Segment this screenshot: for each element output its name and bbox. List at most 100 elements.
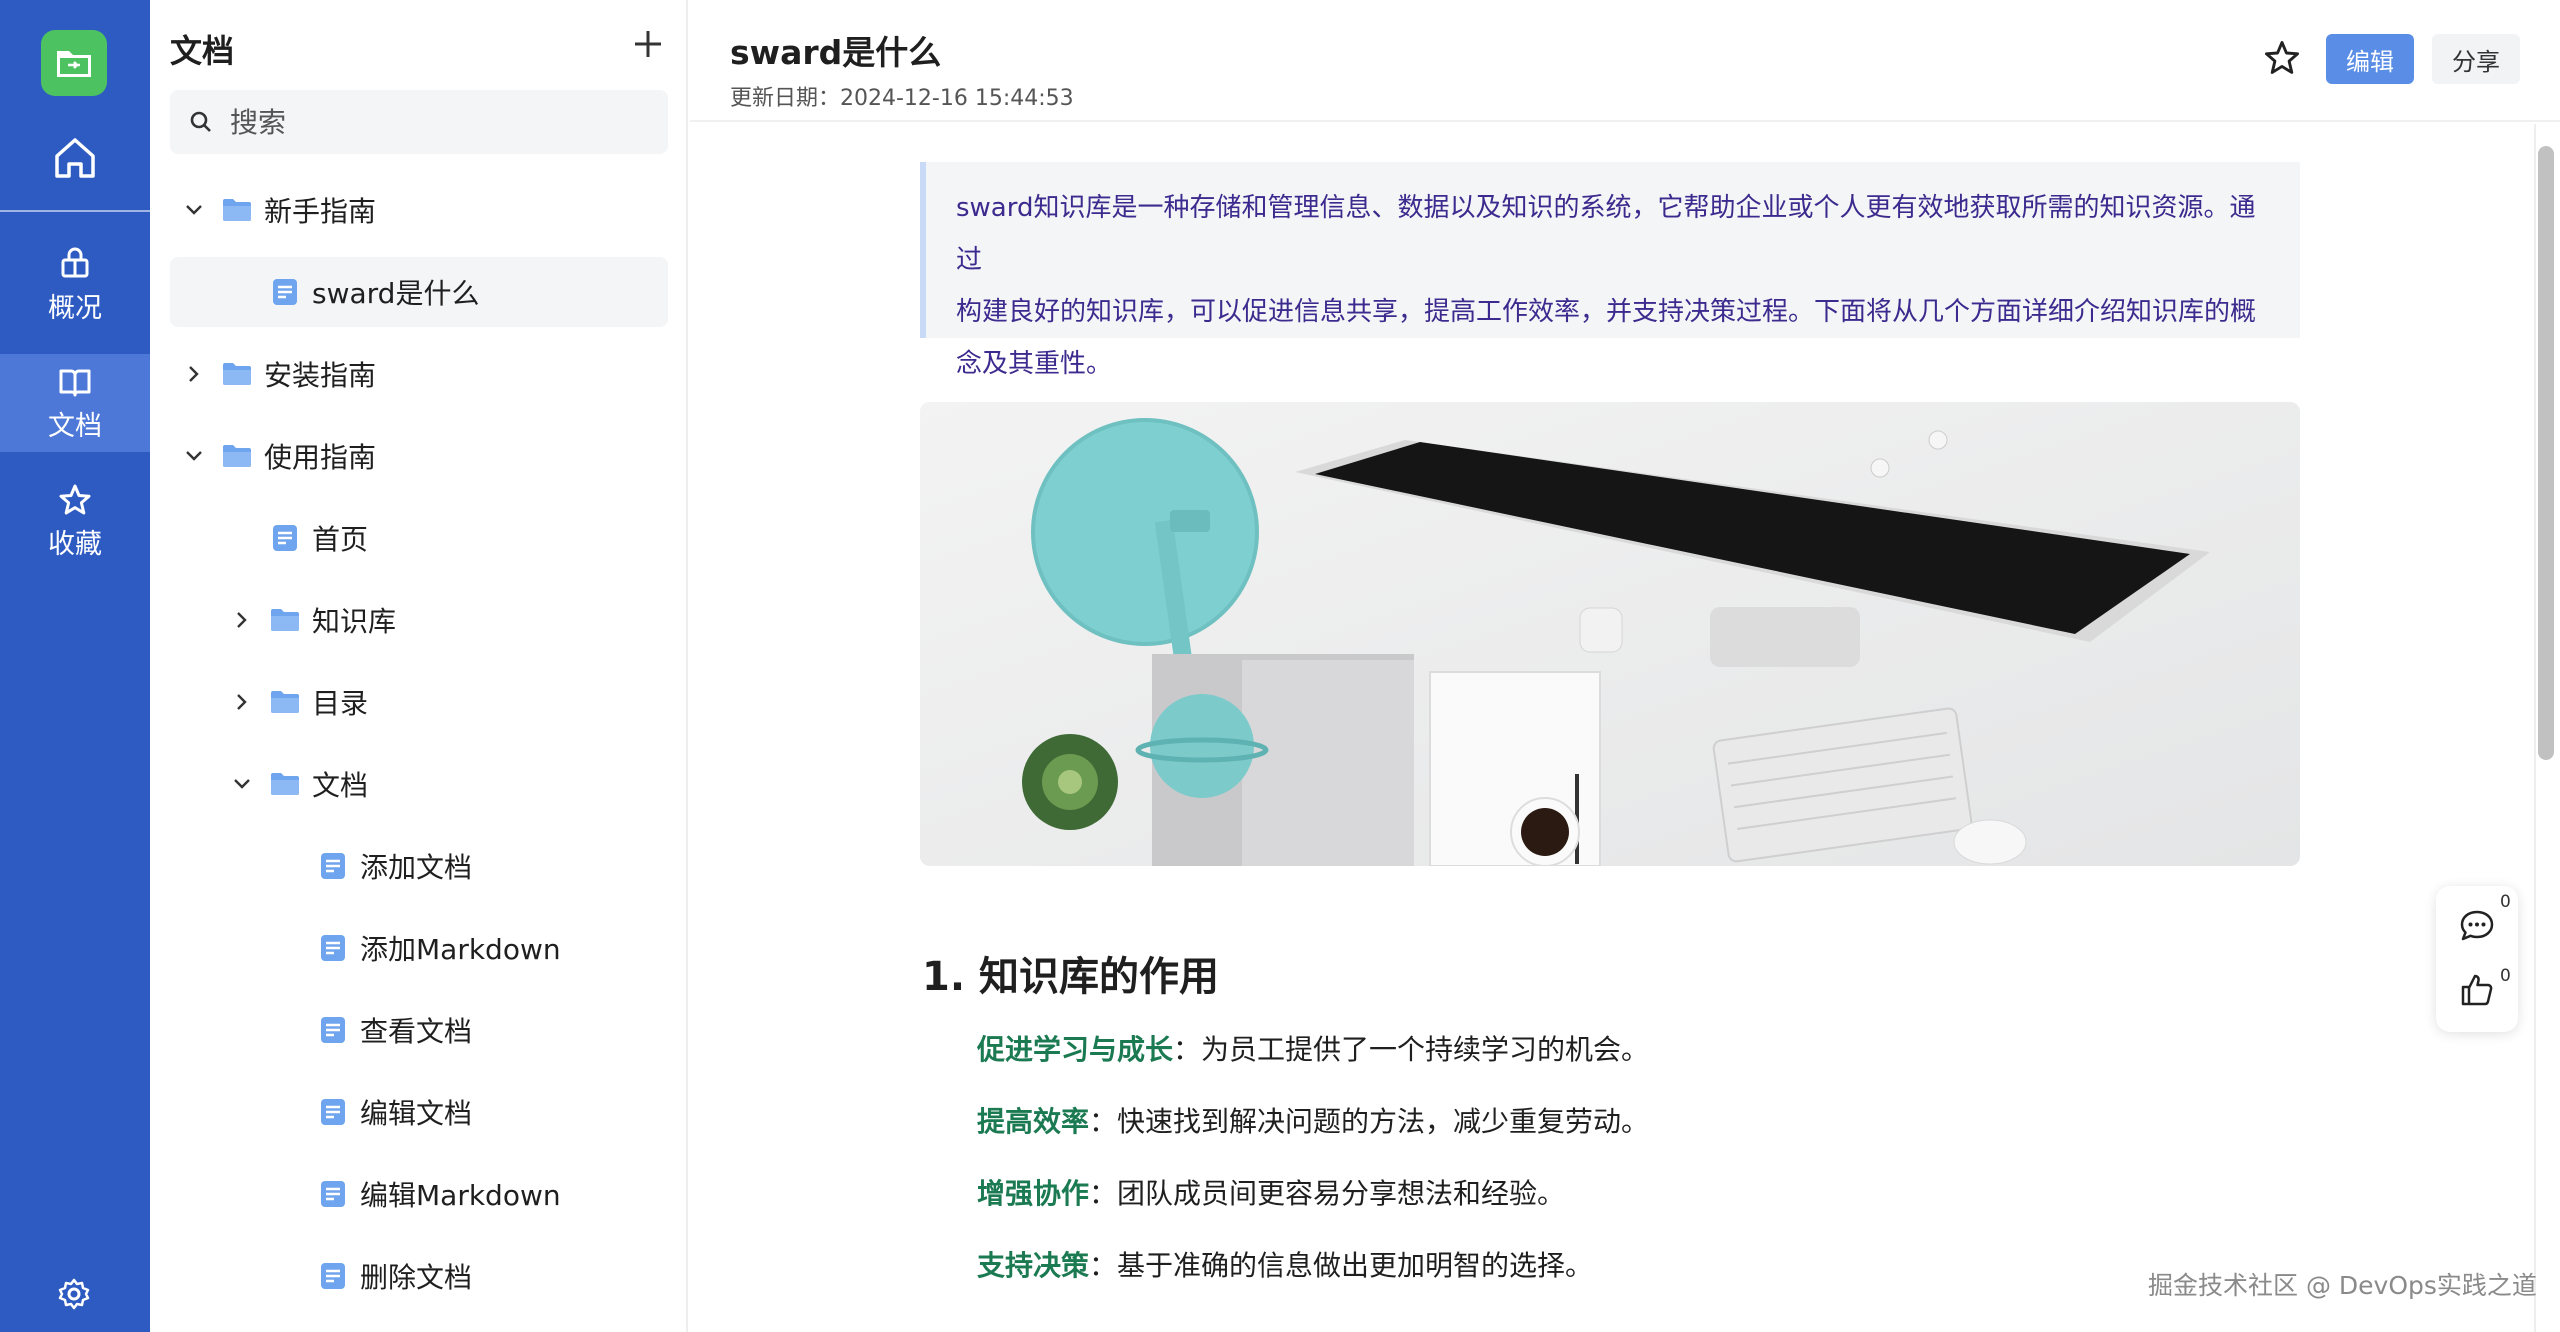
tree-folder[interactable]: 文档 — [170, 749, 668, 819]
tree-title: 文档 — [170, 32, 235, 70]
tree-node-label: 安装指南 — [264, 359, 377, 392]
tree-node-label: 目录 — [312, 687, 369, 720]
section-heading: 1. 知识库的作用 — [922, 954, 1219, 1000]
document-icon — [318, 1015, 348, 1045]
tree-node-label: 知识库 — [312, 605, 397, 638]
chevron-down-icon[interactable] — [228, 770, 256, 798]
rail-item-label: 文档 — [48, 410, 102, 442]
rail-item-label: 概况 — [48, 292, 102, 324]
list-item-text: ：快速找到解决问题的方法，减少重复劳动。 — [1089, 1105, 1650, 1138]
list-item-key: 提高效率 — [977, 1105, 1090, 1138]
rail-item-overview[interactable]: 概况 — [0, 236, 150, 334]
document-icon — [270, 523, 300, 553]
scrollbar-thumb[interactable] — [2538, 146, 2554, 760]
tree-doc[interactable]: 查看文档 — [170, 995, 668, 1065]
app-rail: 概况 文档 收藏 — [0, 0, 150, 1332]
chevron-right-icon[interactable] — [228, 688, 256, 716]
folder-logo-icon — [57, 51, 91, 77]
desk-illustration — [920, 402, 2300, 866]
list-item: 促进学习与成长：为员工提供了一个持续学习的机会。 — [977, 1028, 1649, 1068]
tree-doc[interactable]: 删除文档 — [170, 1241, 668, 1311]
rail-item-docs[interactable]: 文档 — [0, 354, 150, 452]
folder-icon — [222, 441, 252, 471]
document-icon — [318, 1097, 348, 1127]
folder-icon — [222, 359, 252, 389]
quote-line: 构建良好的知识库，可以促进信息共享，提高工作效率，并支持决策过程。下面将从几个方… — [956, 297, 2257, 327]
document-icon — [318, 1261, 348, 1291]
rail-item-favorites[interactable]: 收藏 — [0, 472, 150, 570]
tree-node-label: 删除文档 — [360, 1261, 473, 1294]
thumbs-up-icon — [2461, 974, 2493, 1006]
share-button[interactable]: 分享 — [2432, 34, 2520, 84]
tree-node-label: 使用指南 — [264, 441, 377, 474]
folder-icon — [222, 195, 252, 225]
list-item-key: 促进学习与成长 — [977, 1033, 1174, 1066]
comment-icon — [2460, 910, 2494, 941]
tree-doc[interactable]: 编辑Markdown — [170, 1159, 668, 1229]
document-icon — [318, 933, 348, 963]
tree-node-label: 编辑Markdown — [360, 1179, 561, 1212]
chevron-down-icon[interactable] — [180, 196, 208, 224]
doc-content: sward知识库是一种存储和管理信息、数据以及知识的系统，它帮助企业或个人更有效… — [690, 124, 2530, 1332]
tree-doc[interactable]: sward是什么 — [170, 257, 668, 327]
quote-line: 念及其重性。 — [956, 349, 1113, 379]
tree-folder[interactable]: 目录 — [170, 667, 668, 737]
search-box[interactable] — [170, 90, 668, 154]
watermark: 掘金技术社区 @ DevOps实践之道 — [2148, 1271, 2537, 1300]
list-item: 提高效率：快速找到解决问题的方法，减少重复劳动。 — [977, 1100, 1649, 1140]
quote-line: sward知识库是一种存储和管理信息、数据以及知识的系统，它帮助企业或个人更有效… — [956, 193, 2256, 275]
intro-quote: sward知识库是一种存储和管理信息、数据以及知识的系统，它帮助企业或个人更有效… — [920, 162, 2300, 379]
home-icon — [55, 138, 95, 178]
tree-doc[interactable]: 添加Markdown — [170, 913, 668, 983]
document-icon — [318, 1179, 348, 1209]
settings-button[interactable] — [52, 1272, 96, 1316]
chevron-right-icon[interactable] — [180, 360, 208, 388]
tree-node-label: 添加Markdown — [360, 933, 561, 966]
search-input[interactable] — [230, 105, 650, 139]
document-icon — [318, 851, 348, 881]
comment-count: 0 — [2500, 892, 2511, 912]
list-item-text: ：团队成员间更容易分享想法和经验。 — [1089, 1177, 1566, 1210]
tree-doc[interactable]: 首页 — [170, 503, 668, 573]
list-item-text: ：基于准确的信息做出更加明智的选择。 — [1089, 1249, 1594, 1282]
updated-date: 更新日期：2024-12-16 15:44:53 — [730, 86, 1074, 111]
folder-icon — [270, 605, 300, 635]
tree-folder[interactable]: 安装指南 — [170, 339, 668, 409]
search-icon — [190, 111, 211, 132]
tree-node-label: 文档 — [312, 769, 369, 802]
like-count: 0 — [2500, 966, 2511, 986]
tree-node-label: 查看文档 — [360, 1015, 473, 1048]
gear-icon — [58, 1278, 90, 1310]
hero-image — [920, 402, 2300, 866]
tree-node-label: 首页 — [312, 523, 369, 556]
page-title: sward是什么 — [730, 33, 942, 72]
folder-icon — [270, 769, 300, 799]
tree-node-label: sward是什么 — [312, 277, 480, 310]
tree-folder[interactable]: 新手指南 — [170, 175, 668, 245]
home-button[interactable] — [0, 122, 150, 194]
rail-divider — [0, 210, 150, 212]
tree-doc[interactable]: 添加文档 — [170, 831, 668, 901]
favorite-button[interactable] — [2260, 36, 2304, 80]
book-icon — [59, 369, 91, 396]
tree-folder[interactable]: 使用指南 — [170, 421, 668, 491]
star-icon — [2265, 41, 2299, 74]
edit-button[interactable]: 编辑 — [2326, 34, 2414, 84]
plus-icon — [635, 31, 661, 57]
chevron-down-icon[interactable] — [180, 442, 208, 470]
floating-actions: 0 0 — [2436, 886, 2518, 1032]
app-logo[interactable] — [41, 30, 107, 96]
tree-node-label: 新手指南 — [264, 195, 377, 228]
doc-header: sward是什么 更新日期：2024-12-16 15:44:53 编辑 分享 — [690, 0, 2560, 122]
list-item: 增强协作：团队成员间更容易分享想法和经验。 — [977, 1172, 1565, 1212]
folder-icon — [270, 687, 300, 717]
tree-node-label: 添加文档 — [360, 851, 473, 884]
tree-node-label: 编辑文档 — [360, 1097, 473, 1130]
list-item: 支持决策：基于准确的信息做出更加明智的选择。 — [977, 1244, 1593, 1284]
chevron-right-icon[interactable] — [228, 606, 256, 634]
list-item-key: 增强协作 — [977, 1177, 1090, 1210]
star-icon — [59, 484, 91, 514]
tree-folder[interactable]: 知识库 — [170, 585, 668, 655]
add-doc-button[interactable] — [628, 24, 668, 64]
tree-doc[interactable]: 编辑文档 — [170, 1077, 668, 1147]
